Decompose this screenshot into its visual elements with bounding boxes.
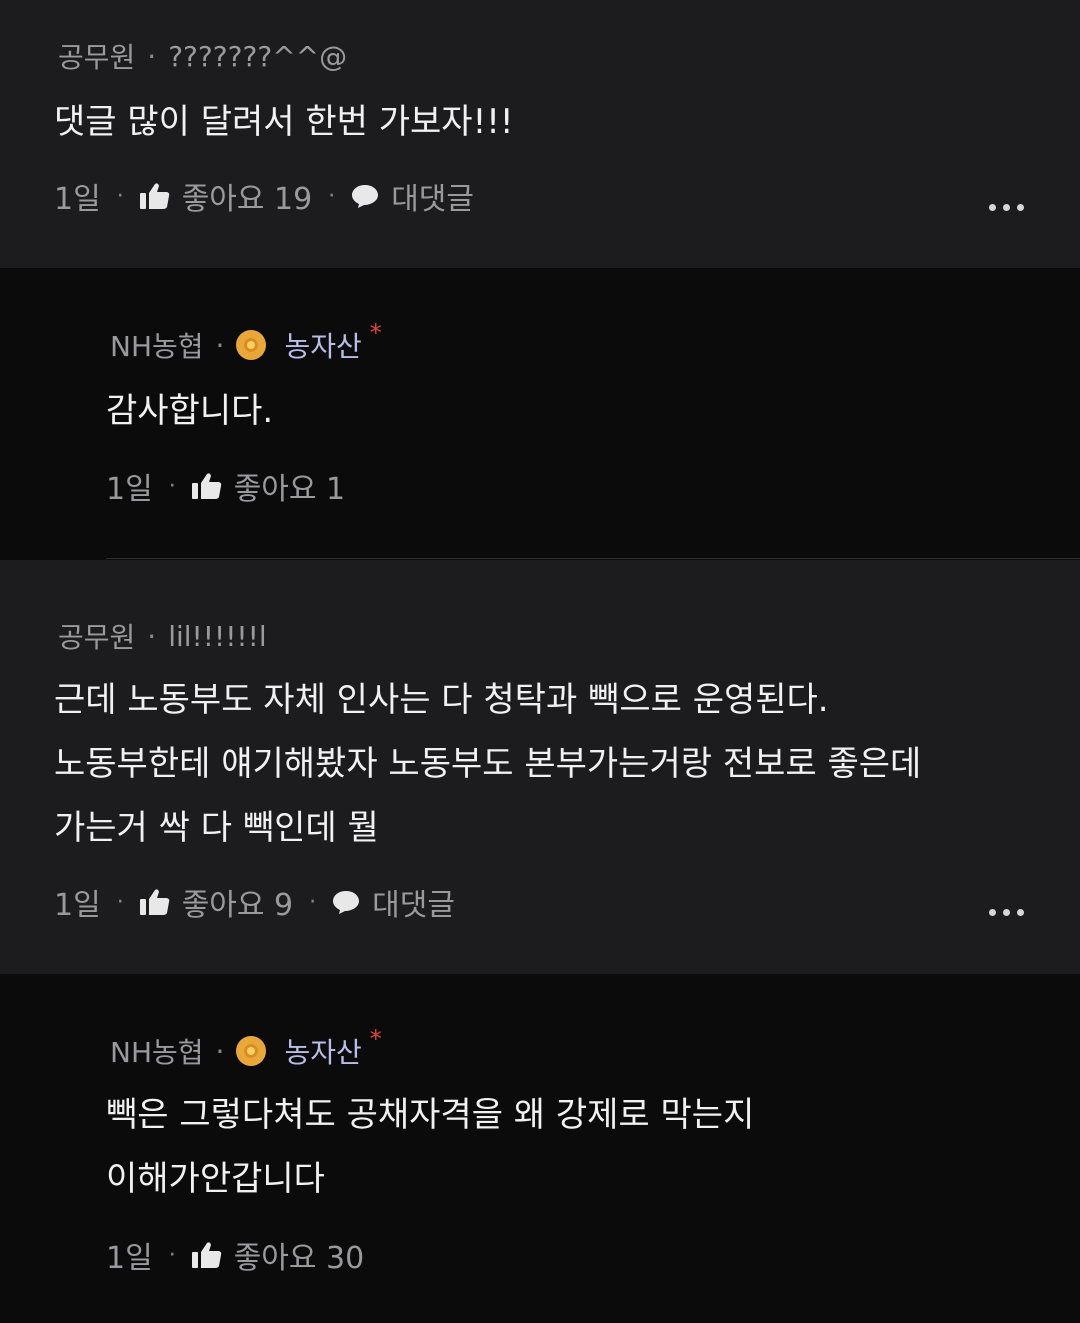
comment-text: 댓글 많이 달려서 한번 가보자!!! — [54, 90, 513, 154]
comment-meta: 공무원 · lil!!!!!!l — [58, 616, 267, 656]
comment-text-line: 댓글 많이 달려서 한번 가보자!!! — [54, 102, 514, 142]
reply-meta: NH농협 · 농자산 * — [110, 1025, 382, 1071]
thumbs-up-icon[interactable] — [191, 472, 222, 500]
reply-button[interactable]: 대댓글 — [372, 880, 455, 924]
meta-separator: · — [215, 328, 225, 362]
reply-card: NH농협 · 농자산 * 빽은 그렇다쳐도 공채자격을 왜 강제로 막는지 이해… — [0, 975, 1080, 1323]
reply-time: 1일 — [106, 472, 153, 507]
meta-separator: · — [147, 39, 157, 73]
gold-badge-icon — [236, 1036, 267, 1066]
official-star-icon: * — [369, 319, 382, 347]
action-separator: · — [116, 183, 124, 209]
nickname[interactable]: lil!!!!!!l — [168, 620, 266, 653]
more-options-icon[interactable] — [989, 204, 1024, 211]
comment-text-line: 노동부한테 얘기해봤자 노동부도 본부가는거랑 전보로 좋은데 — [54, 744, 922, 784]
speech-bubble-icon[interactable] — [332, 889, 360, 915]
reply-text-line: 이해가안갑니다 — [106, 1159, 325, 1199]
meta-separator: · — [215, 1034, 225, 1068]
like-count[interactable]: 좋아요 1 — [234, 464, 345, 508]
speech-bubble-icon[interactable] — [351, 183, 379, 209]
action-separator: · — [309, 889, 317, 915]
reply-text: 빽은 그렇다쳐도 공채자격을 왜 강제로 막는지 이해가안갑니다 — [106, 1083, 754, 1211]
thumbs-up-icon[interactable] — [139, 888, 170, 916]
gold-badge-icon — [236, 330, 267, 360]
category-label[interactable]: 공무원 — [58, 616, 135, 656]
comment-meta: 공무원 · ???????^^@ — [58, 36, 347, 76]
action-separator: · — [168, 1242, 176, 1268]
reply-text-line: 빽은 그렇다쳐도 공채자격을 왜 강제로 막는지 — [106, 1095, 755, 1135]
action-separator: · — [328, 183, 336, 209]
thumbs-up-icon[interactable] — [139, 182, 170, 210]
comment-actions: 1일 · 좋아요 19 · 대댓글 — [54, 174, 474, 218]
reply-actions: 1일 · 좋아요 1 — [106, 464, 345, 508]
category-label[interactable]: NH농협 — [110, 1031, 204, 1071]
comment-text: 근데 노동부도 자체 인사는 다 청탁과 빽으로 운영된다. 노동부한테 얘기해… — [54, 668, 921, 860]
nickname[interactable]: 농자산 — [284, 325, 361, 365]
reply-meta: NH농협 · 농자산 * — [110, 319, 382, 365]
like-count[interactable]: 좋아요 19 — [182, 174, 313, 218]
reply-time: 1일 — [106, 1241, 153, 1276]
reply-text: 감사합니다. — [106, 379, 273, 443]
reply-actions: 1일 · 좋아요 30 — [106, 1233, 364, 1277]
comment-text-line: 근데 노동부도 자체 인사는 다 청탁과 빽으로 운영된다. — [54, 680, 829, 720]
reply-button[interactable]: 대댓글 — [391, 174, 474, 218]
comment-card: 공무원 · ???????^^@ 댓글 많이 달려서 한번 가보자!!! 1일 … — [0, 0, 1080, 268]
action-separator: · — [116, 889, 124, 915]
official-star-icon: * — [369, 1025, 382, 1053]
meta-separator: · — [147, 619, 157, 653]
divider — [106, 558, 1080, 559]
like-count[interactable]: 좋아요 30 — [234, 1233, 365, 1277]
comment-card: 공무원 · lil!!!!!!l 근데 노동부도 자체 인사는 다 청탁과 빽으… — [0, 560, 1080, 974]
comment-time: 1일 — [54, 888, 101, 923]
reply-card: NH농협 · 농자산 * 감사합니다. 1일 · 좋아요 1 — [0, 269, 1080, 559]
nickname[interactable]: ???????^^@ — [168, 40, 347, 73]
category-label[interactable]: NH농협 — [110, 325, 204, 365]
comment-text-line: 가는거 싹 다 빽인데 뭘 — [54, 808, 379, 848]
reply-text-line: 감사합니다. — [106, 391, 274, 431]
more-options-icon[interactable] — [989, 909, 1024, 916]
thumbs-up-icon[interactable] — [191, 1241, 222, 1269]
action-separator: · — [168, 473, 176, 499]
nickname[interactable]: 농자산 — [284, 1031, 361, 1071]
like-count[interactable]: 좋아요 9 — [182, 880, 293, 924]
comment-actions: 1일 · 좋아요 9 · 대댓글 — [54, 880, 455, 924]
category-label[interactable]: 공무원 — [58, 36, 135, 76]
comment-time: 1일 — [54, 182, 101, 217]
